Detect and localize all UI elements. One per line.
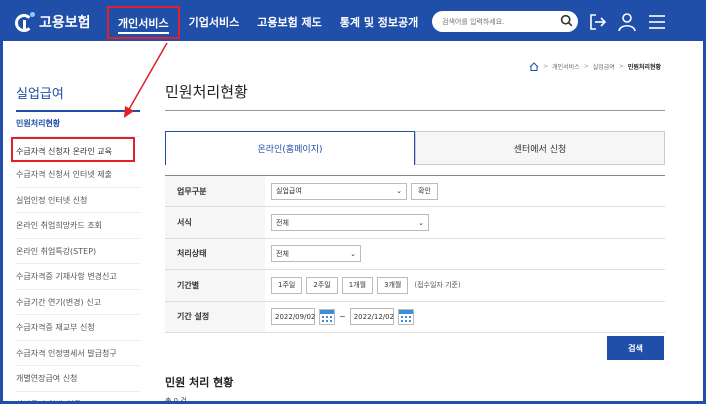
status-select[interactable]: 전체 ⌄ xyxy=(271,245,361,263)
search-icon[interactable] xyxy=(560,14,573,27)
logo-text: 고용보험 xyxy=(39,15,91,31)
job-select[interactable]: 실업급여 ⌄ xyxy=(271,182,407,200)
sidebar-item[interactable]: 온라인 취업특강(STEP) xyxy=(16,239,140,264)
sidebar-item[interactable]: 수급자격 인정명세서 발급청구 xyxy=(16,341,140,366)
page-title: 민원처리현황 xyxy=(165,81,665,111)
calendar-icon[interactable] xyxy=(397,308,414,325)
date-to-input[interactable]: 2022/12/02 xyxy=(349,308,394,326)
job-label: 업무구분 xyxy=(165,176,265,207)
search-form: 업무구분 실업급여 ⌄ 확인 서식 전체 ⌄ 처리상태 전체 ⌄ 기간별 1주일… xyxy=(165,175,665,333)
search-input[interactable] xyxy=(442,17,560,26)
breadcrumb-item[interactable]: 개인서비스 xyxy=(552,62,580,71)
chevron-down-icon: ⌄ xyxy=(418,218,424,227)
browser-frame: 고용보험 개인서비스 기업서비스 고용보험 제도 통계 및 정보공개 검색어를 … xyxy=(0,0,706,404)
breadcrumb-current: 민원처리현황 xyxy=(627,64,661,71)
breadcrumb-item[interactable]: 실업급여 xyxy=(593,62,615,71)
format-select[interactable]: 전체 ⌄ xyxy=(271,214,429,232)
sidebar-menu: 민원처리현황 수급자격 신청자 온라인 교육 수급자격 신청서 인터넷 제출 실… xyxy=(11,111,140,402)
top-header: 고용보험 개인서비스 기업서비스 고용보험 제도 통계 및 정보공개 xyxy=(3,3,703,41)
range-label: 기간 설정 xyxy=(165,301,265,332)
sidebar-item[interactable]: 개별연장급여 신청 xyxy=(16,366,140,392)
date-from-input[interactable]: 2022/09/02 xyxy=(271,308,315,326)
search-box xyxy=(432,11,578,32)
sidebar-item-highlighted[interactable]: 수급자격 신청자 온라인 교육 xyxy=(11,136,135,162)
confirm-button[interactable]: 확인 xyxy=(411,182,438,200)
chevron-down-icon: ⌄ xyxy=(350,249,356,258)
sidebar-item[interactable]: 실업인정 인터넷 신청 xyxy=(16,188,140,213)
logo-mark-icon xyxy=(15,12,35,32)
nav-statistics[interactable]: 통계 및 정보공개 xyxy=(331,14,428,30)
sidebar-item[interactable]: 수급기간 연기(변경) 신고 xyxy=(16,290,140,315)
period-1month-button[interactable]: 1개월 xyxy=(341,276,374,294)
result-count: 총 0 건 xyxy=(165,397,187,404)
nav-business-services[interactable]: 기업서비스 xyxy=(180,14,249,30)
main-nav: 개인서비스 기업서비스 고용보험 제도 통계 및 정보공개 xyxy=(107,3,427,41)
sidebar-item[interactable]: 수급자격증 재교부 신청 xyxy=(16,315,140,341)
period-1week-button[interactable]: 1주일 xyxy=(271,276,303,294)
format-label: 서식 xyxy=(165,207,265,238)
form-row-period: 기간별 1주일 2주일 1개월 3개월 (접수일자 기준) xyxy=(165,270,665,302)
form-row-range: 기간 설정 2022/09/02 ~ 2022/12/02 xyxy=(165,301,665,333)
sidebar-item[interactable]: 수급자격 신청서 인터넷 제출 xyxy=(16,162,140,188)
form-row-job: 업무구분 실업급여 ⌄ 확인 xyxy=(165,176,665,208)
form-row-format: 서식 전체 ⌄ xyxy=(165,207,665,239)
sidebar-item[interactable]: 상병급여(일반)청구 xyxy=(16,392,140,402)
breadcrumb: > 개인서비스 > 실업급여 > 민원처리현황 xyxy=(529,62,661,71)
period-hint: (접수일자 기준) xyxy=(414,281,461,290)
tab-online[interactable]: 온라인(홈페이지) xyxy=(165,131,415,165)
calendar-icon[interactable] xyxy=(319,308,335,325)
sidebar-item[interactable]: 민원처리현황 xyxy=(16,111,140,137)
search-button[interactable]: 검색 xyxy=(607,336,664,360)
tab-center[interactable]: 센터에서 신청 xyxy=(415,131,665,165)
period-label: 기간별 xyxy=(165,270,265,301)
menu-icon[interactable] xyxy=(647,12,667,32)
site-logo[interactable]: 고용보험 xyxy=(15,10,91,34)
sidebar-title: 실업급여 xyxy=(16,83,140,112)
sidebar-item[interactable]: 수급자격증 기재사항 변경신고 xyxy=(16,264,140,290)
user-icon[interactable] xyxy=(617,12,637,32)
sidebar-item[interactable]: 온라인 취업희망카드 조회 xyxy=(16,213,140,239)
nav-personal-services[interactable]: 개인서비스 xyxy=(107,5,180,39)
result-section-title: 민원 처리 현황 xyxy=(165,376,234,389)
status-label: 처리상태 xyxy=(165,238,265,270)
tab-bar: 온라인(홈페이지) 센터에서 신청 xyxy=(165,131,665,165)
period-3month-button[interactable]: 3개월 xyxy=(377,276,409,294)
range-separator: ~ xyxy=(339,312,346,322)
period-2week-button[interactable]: 2주일 xyxy=(306,276,338,294)
chevron-down-icon: ⌄ xyxy=(396,187,402,196)
home-icon[interactable] xyxy=(529,62,539,71)
form-row-status: 처리상태 전체 ⌄ xyxy=(165,238,665,271)
login-icon[interactable] xyxy=(588,12,608,32)
nav-insurance-system[interactable]: 고용보험 제도 xyxy=(248,14,331,30)
